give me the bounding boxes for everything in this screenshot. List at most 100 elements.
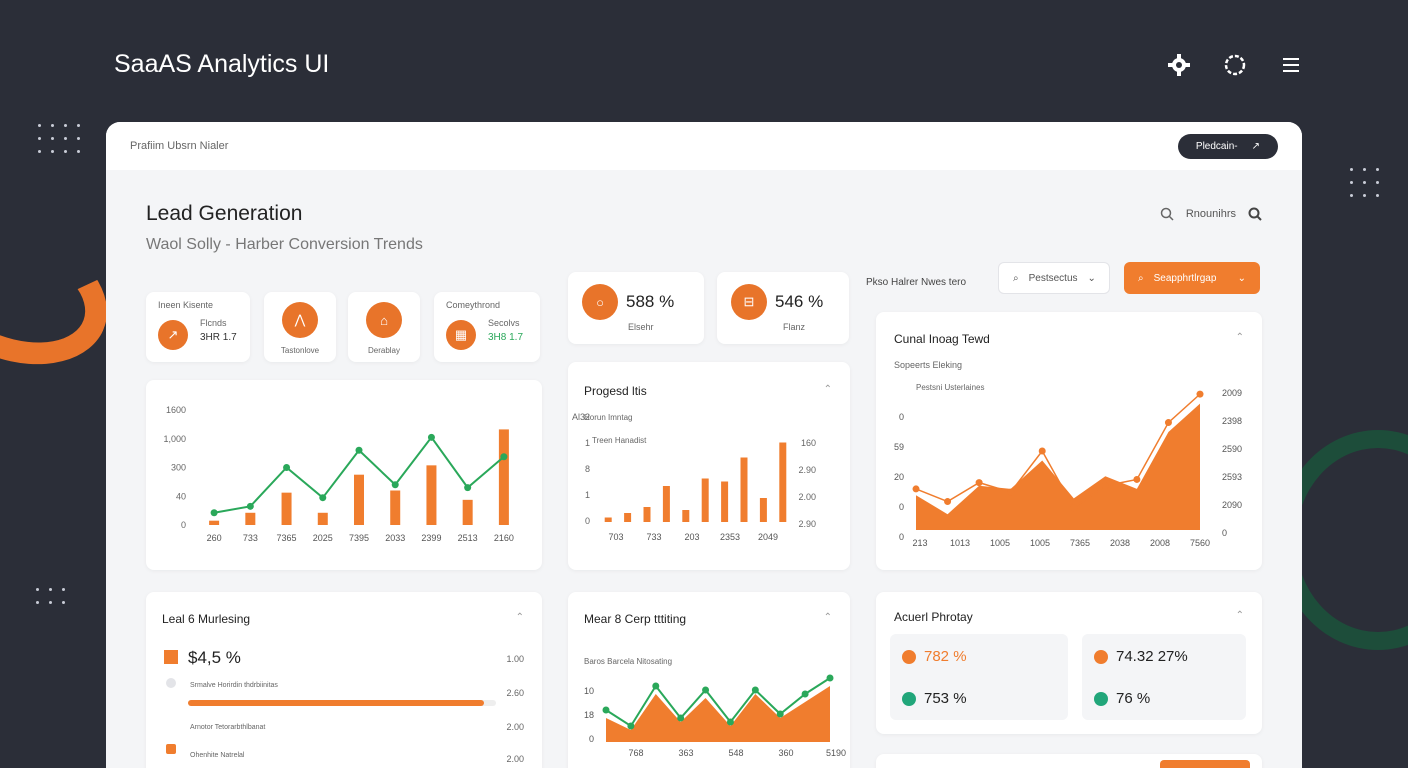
advert-card: Acuerl Phrotay ⌃ 782 % 753 % 74.32 27% 7… [876, 592, 1262, 734]
bar [759, 498, 767, 522]
progress-bar-track [188, 700, 496, 706]
action-dropdown-button[interactable]: ⌕ Seapphrtlrgap ⌄ [1124, 262, 1260, 294]
advert-value: 76 % [1116, 690, 1151, 707]
chevron-down-icon: ⌄ [1237, 272, 1246, 284]
chevron-up-icon[interactable]: ⌃ [1236, 610, 1244, 621]
y-tick-label: 300 [171, 463, 186, 473]
y-tick-label: 0 [585, 516, 590, 526]
line-point [355, 446, 363, 454]
refresh-icon[interactable] [1222, 52, 1248, 78]
profile-pill-button[interactable]: Pledcain- ↗ [1177, 133, 1278, 159]
x-tick-label: 703 [608, 532, 623, 542]
filter-label: Pkso Halrer Nwes tero [866, 266, 966, 298]
x-tick-label: 360 [778, 748, 793, 758]
partial-card [876, 754, 1262, 768]
dashboard-window: Prafiim Ubsrn Nialer Pledcain- ↗ Lead Ge… [106, 122, 1302, 768]
x-tick-label: 213 [912, 538, 927, 548]
combo-chart: 1600 1,000 300 40 0 260 733 7365 2025 7395 2033 239… [163, 405, 513, 543]
kpi-label: Ineen Kisente [158, 300, 214, 310]
marketing-card: Leal 6 Murlesing ⌃ $4,5 % Srmalve Horird… [146, 592, 542, 768]
area-series [916, 403, 1200, 530]
bar [701, 478, 709, 522]
y-tick-label: 0 [1222, 528, 1227, 538]
line-point [391, 481, 399, 489]
search-icon [1160, 207, 1174, 221]
bar [643, 507, 651, 522]
stat-value: 546 % [775, 292, 824, 311]
search-icon: ⌕ [1013, 272, 1019, 284]
axis-tick: 1.00 [506, 654, 524, 664]
advert-value: 753 % [924, 690, 967, 707]
line-point [246, 502, 254, 510]
briefcase-icon: ⊟ [731, 284, 767, 320]
green-dot-icon [1094, 692, 1108, 706]
x-tick-label: 5190 [826, 748, 846, 758]
kpi-label: Derablay [367, 346, 400, 355]
bar [498, 429, 509, 525]
stat-label: Elsehr [628, 322, 654, 332]
marketing-card-title: Leal 6 Murlesing [162, 612, 251, 626]
partial-card-button[interactable] [1160, 760, 1250, 768]
kpi-card[interactable]: Ineen Kisente ↗ Flcnds 3HR 1.7 [146, 292, 250, 362]
x-tick-label: 7365 [1070, 538, 1090, 548]
breadcrumb: Prafiim Ubsrn Nialer [130, 140, 229, 152]
y-tick-label: 1,000 [163, 434, 186, 444]
grey-dot-icon [166, 678, 176, 688]
mear-chart: Baros Barcela Nitosating 10 18 0 768 363 548 36… [584, 657, 846, 758]
axis-tick: 2.00 [506, 754, 524, 764]
legend-label: Horun Imntag [584, 413, 632, 422]
line-point [751, 686, 759, 694]
action-label: Seapphrtlrgap [1153, 272, 1217, 284]
line-point [1007, 488, 1015, 496]
header-search[interactable]: Rnounihrs [1160, 207, 1262, 221]
kpi-card[interactable]: ⋀ Tastonlove [264, 292, 336, 362]
line-point [500, 453, 508, 461]
y-tick-label: 0 [899, 412, 904, 422]
y-tick-label: 2590 [1222, 444, 1242, 454]
arrow-icon: ⋀ [282, 302, 318, 338]
filter-search-input[interactable]: ⌕ Pestsectus ⌄ [998, 262, 1110, 294]
stat-card[interactable]: ○ 588 % Elsehr [568, 272, 704, 344]
search-icon [1248, 207, 1262, 221]
decorative-dots [38, 124, 80, 153]
stat-card[interactable]: ⊟ 546 % Flanz [717, 272, 849, 344]
x-tick-label: 2353 [720, 532, 740, 542]
line-point [1164, 419, 1172, 427]
line-point [975, 479, 983, 487]
kpi-card[interactable]: ⌂ Derablay [348, 292, 420, 362]
chevron-up-icon[interactable]: ⌃ [516, 612, 524, 623]
x-tick-label: 7395 [349, 533, 369, 543]
y-tick-label: 10 [584, 686, 594, 696]
advert-panel: 74.32 27% 76 % [1082, 634, 1246, 720]
settings-gear-icon[interactable] [1166, 52, 1192, 78]
orange-square-icon [166, 744, 176, 754]
expand-icon: ↗ [1251, 140, 1260, 152]
line-point [652, 682, 660, 690]
filter-search-placeholder: Pestsectus [1028, 272, 1078, 284]
green-dot-icon [902, 692, 916, 706]
line-point [826, 674, 834, 682]
line-point [319, 494, 327, 502]
y-tick-label: 59 [894, 442, 904, 452]
line-point [702, 686, 710, 694]
line-point [677, 714, 685, 722]
x-tick-label: 260 [207, 533, 222, 543]
bar [662, 486, 670, 522]
line-point [283, 464, 291, 471]
bar [390, 490, 401, 525]
menu-icon[interactable] [1278, 52, 1304, 78]
x-tick-label: 733 [646, 532, 661, 542]
y-tick-label: 1 [585, 438, 590, 448]
line-point [1133, 475, 1141, 483]
y-tick-label: 0 [589, 734, 594, 744]
x-tick-label: 1005 [1030, 538, 1050, 548]
line-point [776, 710, 784, 718]
area-series [606, 686, 830, 742]
x-tick-label: 1013 [950, 538, 970, 548]
row-label: Arnotor Tetorarbthlbanat [190, 724, 266, 731]
advert-value: 782 % [924, 648, 967, 665]
kpi-card[interactable]: Comeythrond ▦ Secolvs 3H8 1.7 [434, 292, 540, 362]
kpi-sub: Secolvs [488, 318, 520, 328]
bar [624, 513, 632, 522]
kpi-value: 3H8 1.7 [488, 332, 524, 343]
